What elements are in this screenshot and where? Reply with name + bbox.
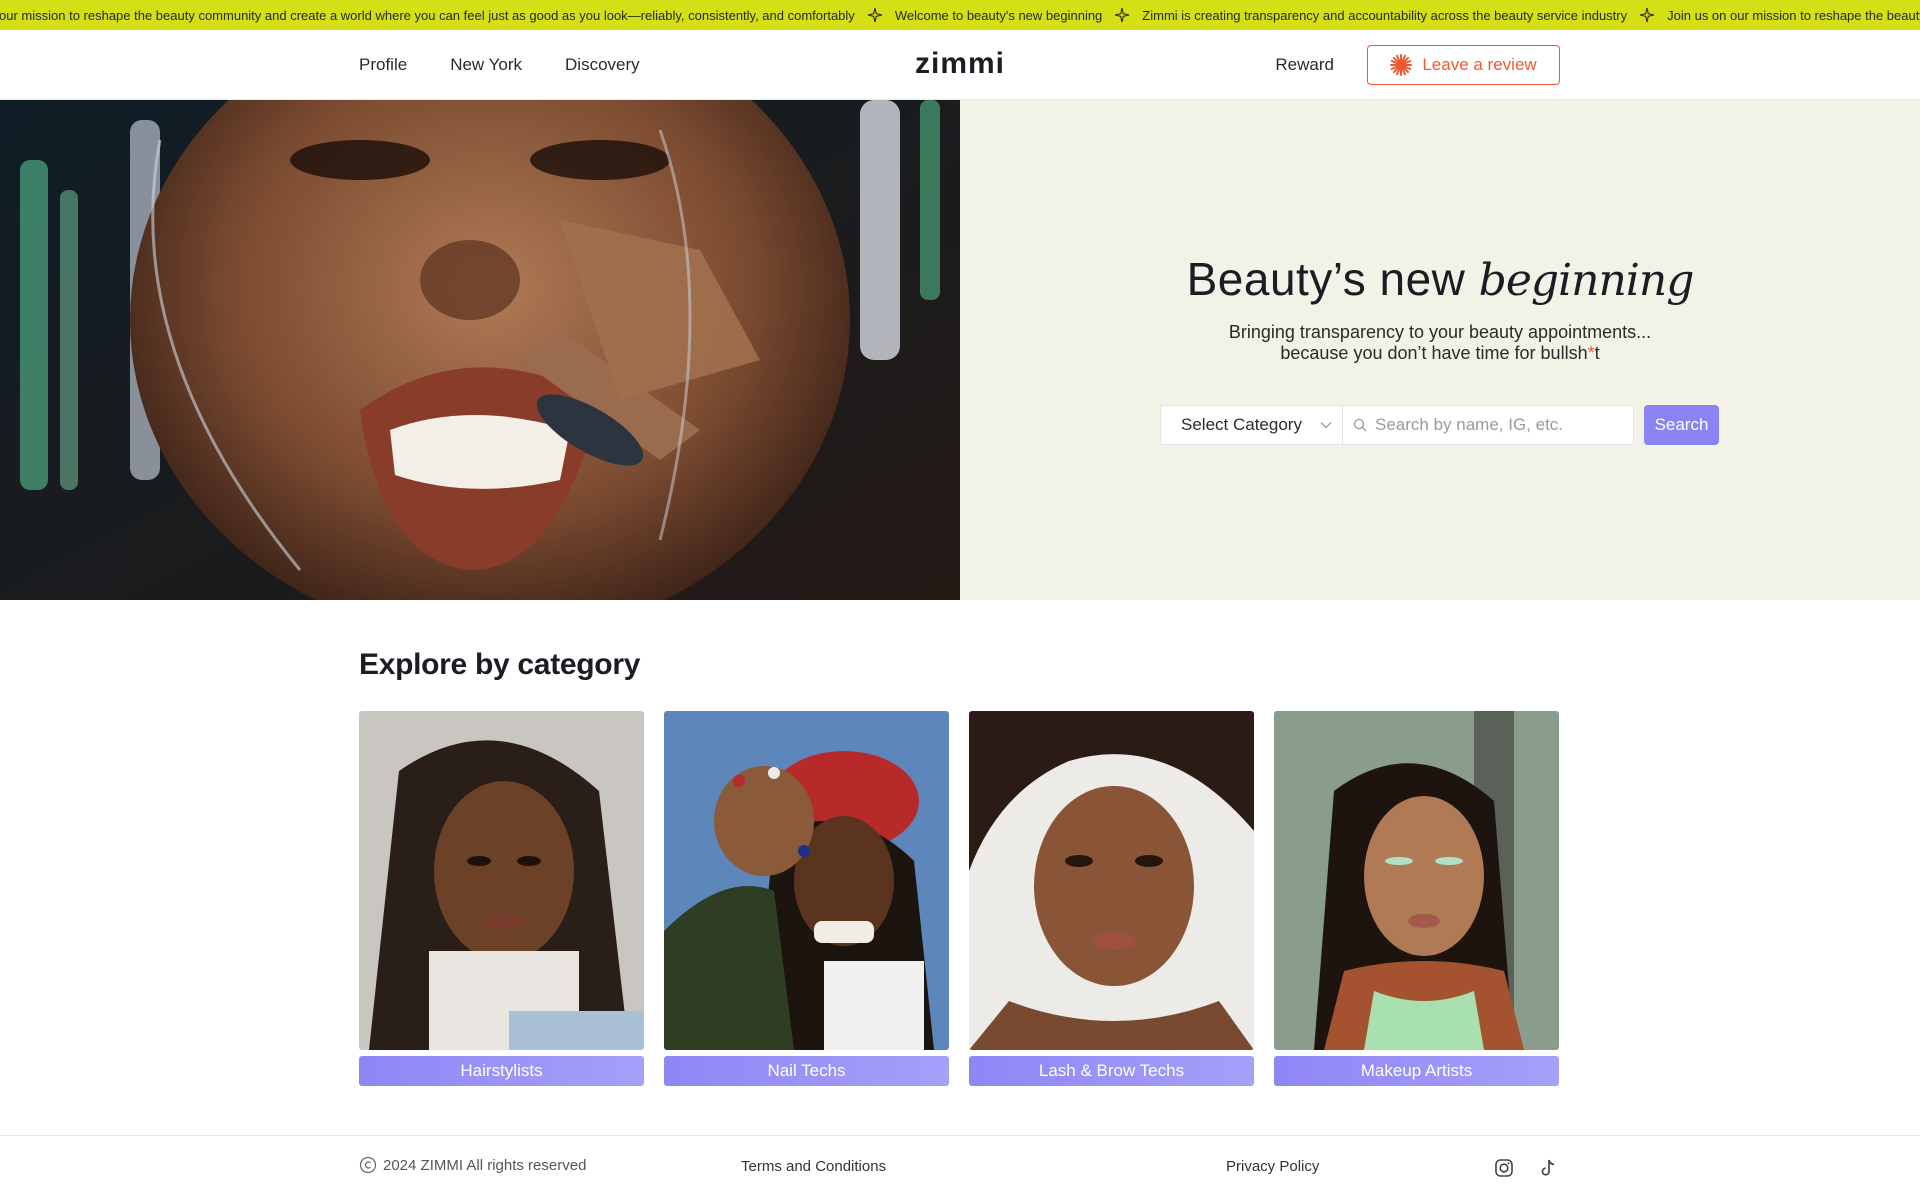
leave-review-button[interactable]: Leave a review: [1367, 45, 1560, 85]
hero-subtitle-asterisk: *: [1587, 343, 1595, 363]
hero-title: Beauty’s new beginning: [960, 252, 1920, 306]
category-cards: Hairstylists Nail Techs Lash & Brow Tech…: [359, 711, 1559, 1086]
search-button[interactable]: Search: [1644, 405, 1719, 445]
sparkle-icon: [1115, 7, 1130, 23]
starburst-icon: [1390, 54, 1413, 76]
category-image: [664, 711, 949, 1050]
hero-subtitle-pre: because you don’t have time for bullsh: [1280, 343, 1588, 363]
hero-photo-illustration: [0, 100, 960, 600]
search-bar: Select Category Search: [1160, 405, 1719, 445]
category-card-makeup-artists[interactable]: Makeup Artists: [1274, 711, 1559, 1086]
hero-image: [0, 100, 960, 600]
copyright: 2024 ZIMMI All rights reserved: [359, 1156, 586, 1174]
hero-section: Beauty’s new beginning Bringing transpar…: [0, 100, 1920, 600]
category-select[interactable]: Select Category: [1160, 405, 1343, 445]
sparkle-icon: [1640, 7, 1655, 23]
category-label: Hairstylists: [359, 1056, 644, 1086]
category-label: Makeup Artists: [1274, 1056, 1559, 1086]
zimmi-logo[interactable]: zimmi: [900, 47, 1020, 81]
hero-subtitle: Bringing transparency to your beauty app…: [960, 322, 1920, 364]
category-image: [359, 711, 644, 1050]
site-footer: 2024 ZIMMI All rights reserved Terms and…: [0, 1135, 1920, 1197]
category-label: Nail Techs: [664, 1056, 949, 1086]
leave-review-label: Leave a review: [1422, 55, 1537, 74]
nav-reward[interactable]: Reward: [1275, 55, 1334, 75]
nav-profile[interactable]: Profile: [359, 55, 407, 75]
instagram-icon[interactable]: [1492, 1156, 1516, 1180]
search-input[interactable]: [1375, 415, 1615, 435]
nav-discovery[interactable]: Discovery: [565, 55, 640, 75]
hero-subtitle-post: t: [1594, 343, 1600, 363]
search-field: [1343, 405, 1634, 445]
copyright-text: 2024 ZIMMI All rights reserved: [383, 1156, 587, 1174]
category-card-lash-brow[interactable]: Lash & Brow Techs: [969, 711, 1254, 1086]
ticker-message: our mission to reshape the beauty commun…: [0, 7, 855, 23]
category-card-hairstylists[interactable]: Hairstylists: [359, 711, 644, 1086]
hero-title-script: beginning: [1478, 255, 1695, 306]
category-image: [1274, 711, 1559, 1050]
ticker-message: Welcome to beauty's new beginning: [894, 7, 1103, 23]
secondary-nav: Reward Leave a review: [1275, 30, 1560, 100]
footer-inner: 2024 ZIMMI All rights reserved Terms and…: [359, 1136, 1560, 1197]
ticker-message: Join us on our mission to reshape the be…: [1667, 7, 1920, 23]
hero-subtitle-line1: Bringing transparency to your beauty app…: [1228, 322, 1652, 342]
category-image: [969, 711, 1254, 1050]
hero-panel: Beauty’s new beginning Bringing transpar…: [960, 100, 1920, 600]
ticker-message: Zimmi is creating transparency and accou…: [1142, 7, 1628, 23]
hero-subtitle-line2: because you don’t have time for bullsh*t: [960, 343, 1920, 364]
category-card-nail-techs[interactable]: Nail Techs: [664, 711, 949, 1086]
primary-nav: Profile New York Discovery: [359, 30, 640, 100]
category-select-label: Select Category: [1181, 415, 1302, 434]
site-header: Profile New York Discovery zimmi Reward …: [0, 30, 1920, 100]
search-icon: [1353, 418, 1367, 432]
sparkle-icon: [867, 7, 882, 23]
ticker-track: our mission to reshape the beauty commun…: [0, 0, 1920, 30]
svg-text:zimmi: zimmi: [915, 47, 1005, 80]
copyright-icon: [359, 1156, 377, 1174]
chevron-down-icon: [1320, 422, 1332, 429]
privacy-link[interactable]: Privacy Policy: [1226, 1158, 1319, 1175]
terms-link[interactable]: Terms and Conditions: [741, 1158, 886, 1175]
category-label: Lash & Brow Techs: [969, 1056, 1254, 1086]
nav-location[interactable]: New York: [450, 55, 522, 75]
tiktok-icon[interactable]: [1536, 1156, 1560, 1180]
announcement-ticker: our mission to reshape the beauty commun…: [0, 0, 1920, 30]
explore-title: Explore by category: [359, 648, 641, 681]
social-links: [1492, 1156, 1560, 1180]
hero-title-main: Beauty’s new: [1186, 253, 1466, 305]
